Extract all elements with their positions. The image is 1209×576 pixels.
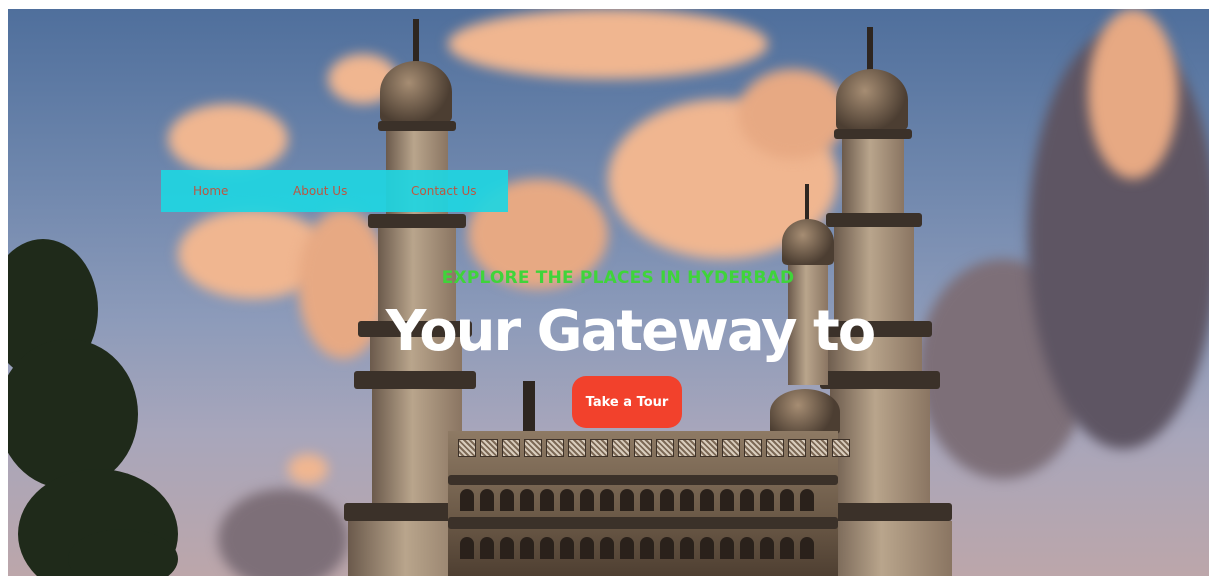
nav-bar: Home About Us Contact Us — [161, 170, 508, 212]
nav-link-contact-us[interactable]: Contact Us — [411, 184, 477, 198]
nav-link-about-us[interactable]: About Us — [293, 184, 347, 198]
hero-section: Home About Us Contact Us EXPLORE THE PLA… — [8, 9, 1209, 576]
take-a-tour-button[interactable]: Take a Tour — [572, 376, 682, 428]
monument-image — [8, 9, 1209, 576]
hero-subtitle: EXPLORE THE PLACES IN HYDERBAD — [441, 268, 795, 288]
hero-title: Your Gateway to — [385, 299, 876, 364]
nav-link-home[interactable]: Home — [193, 184, 228, 198]
